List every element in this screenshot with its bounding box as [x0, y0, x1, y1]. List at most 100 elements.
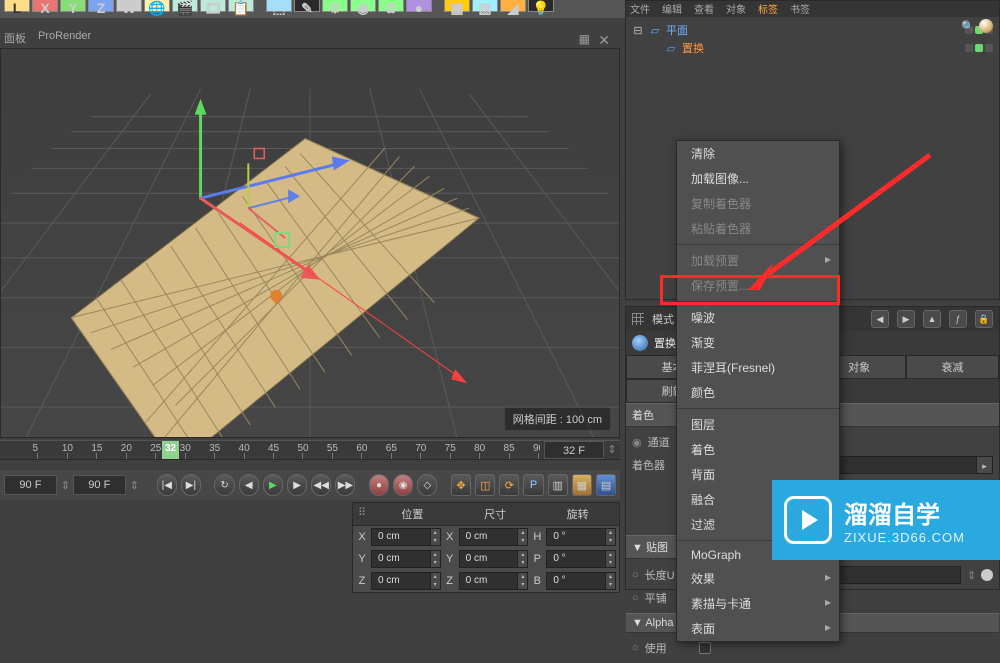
tab-panel[interactable]: 面板 [4, 30, 26, 48]
loop-button[interactable]: ↻ [214, 474, 234, 496]
autokey-button[interactable]: ◉ [393, 474, 413, 496]
coord-size-field[interactable]: 0 cm [459, 572, 529, 590]
ctx-item: 粘贴着色器 [677, 216, 839, 241]
tool-render-region[interactable]: 🎞 [200, 0, 226, 12]
tool-camera[interactable]: ● [406, 0, 432, 12]
tool-axis-x[interactable]: X [32, 0, 58, 12]
om-menu-bookmarks[interactable]: 书签 [790, 1, 810, 17]
am-back-button[interactable]: ◀ [871, 310, 889, 328]
ctx-item[interactable]: 渐变 [677, 330, 839, 355]
om-menu-tags[interactable]: 标签 [758, 1, 778, 17]
next-key-button[interactable]: ▶▶ [335, 474, 355, 496]
next-frame-button[interactable]: ▶ [287, 474, 307, 496]
tool-spline[interactable]: ✎ [294, 0, 320, 12]
am-tab-falloff[interactable]: 衰减 [906, 355, 999, 379]
am-up-button[interactable]: ▲ [923, 310, 941, 328]
rotate-tool[interactable]: ⟳ [499, 474, 519, 496]
timeline-tick: 45 [268, 443, 279, 454]
play-button[interactable]: ▶ [263, 474, 283, 496]
use-checkbox[interactable] [699, 642, 711, 654]
record-key-button[interactable]: ● [369, 474, 389, 496]
search-icon[interactable]: 🔍 [961, 20, 975, 33]
om-item[interactable]: ⊟▱平面 [632, 21, 993, 39]
tool-deformer[interactable]: ◉ [350, 0, 376, 12]
scale-tool[interactable]: ◫ [475, 474, 495, 496]
tool-render[interactable]: 🎬 [172, 0, 198, 12]
am-fn-button[interactable]: ƒ [949, 310, 967, 328]
om-menu-view[interactable]: 查看 [694, 1, 714, 17]
tool-live[interactable]: L [4, 0, 30, 12]
expand-icon[interactable]: ⊟ [632, 24, 644, 37]
mode-icon [632, 313, 644, 325]
om-menu-edit[interactable]: 编辑 [662, 1, 682, 17]
goto-start-button[interactable]: |◀ [157, 474, 177, 496]
coord-pos-field[interactable]: 0 cm [371, 528, 441, 546]
coord-rot-field[interactable]: 0 ° [546, 528, 616, 546]
ctx-item[interactable]: 效果 [677, 566, 839, 591]
tab-prorender[interactable]: ProRender [38, 30, 91, 48]
coord-header-rotation: 旋转 [536, 503, 619, 525]
am-fwd-button[interactable]: ▶ [897, 310, 915, 328]
tool-generator[interactable]: ⚙ [322, 0, 348, 12]
timeline-tick: 5 [32, 443, 38, 454]
coord-pos-field[interactable]: 0 cm [371, 572, 441, 590]
tool-world[interactable]: W [116, 0, 142, 12]
am-lock-button[interactable]: 🔒 [975, 310, 993, 328]
ctx-item[interactable]: 噪波 [677, 305, 839, 330]
viewport-close-icon[interactable]: ✕ [598, 32, 610, 49]
ctx-item[interactable]: 图层 [677, 412, 839, 437]
material-tool[interactable]: ▦ [572, 474, 592, 496]
pla-tool[interactable]: ▥ [548, 474, 568, 496]
frame-start-alt[interactable]: 90 F [4, 475, 57, 495]
layout-tool[interactable]: ▤ [596, 474, 616, 496]
coord-size-field[interactable]: 0 cm [459, 528, 529, 546]
timeline-playhead[interactable]: 32 [162, 441, 179, 459]
ctx-item[interactable]: 素描与卡通 [677, 591, 839, 616]
coord-header-position: 位置 [371, 503, 454, 525]
material-sphere-icon[interactable] [979, 19, 993, 33]
coord-size-field[interactable]: 0 cm [459, 550, 529, 568]
tool-axis-z[interactable]: Z [88, 0, 114, 12]
om-menu-object[interactable]: 对象 [726, 1, 746, 17]
coord-rot-field[interactable]: 0 ° [546, 550, 616, 568]
tool-environment[interactable]: ✿ [378, 0, 404, 12]
tool-primitive[interactable]: ⬚ [266, 0, 292, 12]
om-menu-file[interactable]: 文件 [630, 1, 650, 17]
coord-pos-field[interactable]: 0 cm [371, 550, 441, 568]
move-tool[interactable]: ✥ [451, 474, 471, 496]
visibility-dot[interactable] [975, 44, 983, 52]
ctx-item[interactable]: 着色 [677, 437, 839, 462]
timeline-ruler[interactable]: 32 51015202530354045505560657075808590 [0, 441, 540, 459]
tool-mograph[interactable]: ▦ [444, 0, 470, 12]
ctx-item[interactable]: 菲涅耳(Fresnel) [677, 355, 839, 380]
tool-light[interactable]: 💡 [528, 0, 554, 12]
timeline-tick: 15 [91, 443, 102, 454]
tool-render-settings[interactable]: 📋 [228, 0, 254, 12]
coord-row: X0 cmX0 cmH0 ° [353, 526, 619, 548]
prev-key-button[interactable]: ◀◀ [311, 474, 331, 496]
param-tool[interactable]: P [523, 474, 543, 496]
keyframe-options-button[interactable]: ◇ [417, 474, 437, 496]
tool-globe[interactable]: 🌐 [144, 0, 170, 12]
frame-end[interactable]: 90 F [73, 475, 126, 495]
prev-frame-button[interactable]: ◀ [239, 474, 259, 496]
ctx-item[interactable]: 表面 [677, 616, 839, 641]
goto-end-button[interactable]: ▶| [181, 474, 201, 496]
coord-rot-field[interactable]: 0 ° [546, 572, 616, 590]
lengthu-reset[interactable] [981, 569, 993, 581]
ctx-item[interactable]: 颜色 [677, 380, 839, 405]
timeline-current-frame[interactable]: 32 F [544, 441, 604, 459]
timeline-tick: 30 [180, 443, 191, 454]
coord-handle[interactable]: ⠿ [353, 503, 371, 525]
ctx-item[interactable]: 清除 [677, 141, 839, 166]
object-icon: ▱ [664, 41, 678, 55]
om-item[interactable]: ▱置换 [632, 39, 993, 57]
ctx-item[interactable]: 加载图像... [677, 166, 839, 191]
tool-simulate[interactable]: ▧ [472, 0, 498, 12]
timeline[interactable]: 32 51015202530354045505560657075808590 3… [0, 440, 620, 460]
viewport-layout-icon[interactable]: ▦ [579, 32, 590, 46]
tool-axis-y[interactable]: Y [60, 0, 86, 12]
am-mode-label[interactable]: 模式 [652, 311, 674, 327]
viewport[interactable]: 网格间距 : 100 cm [0, 48, 620, 438]
tool-floor[interactable]: ◢ [500, 0, 526, 12]
